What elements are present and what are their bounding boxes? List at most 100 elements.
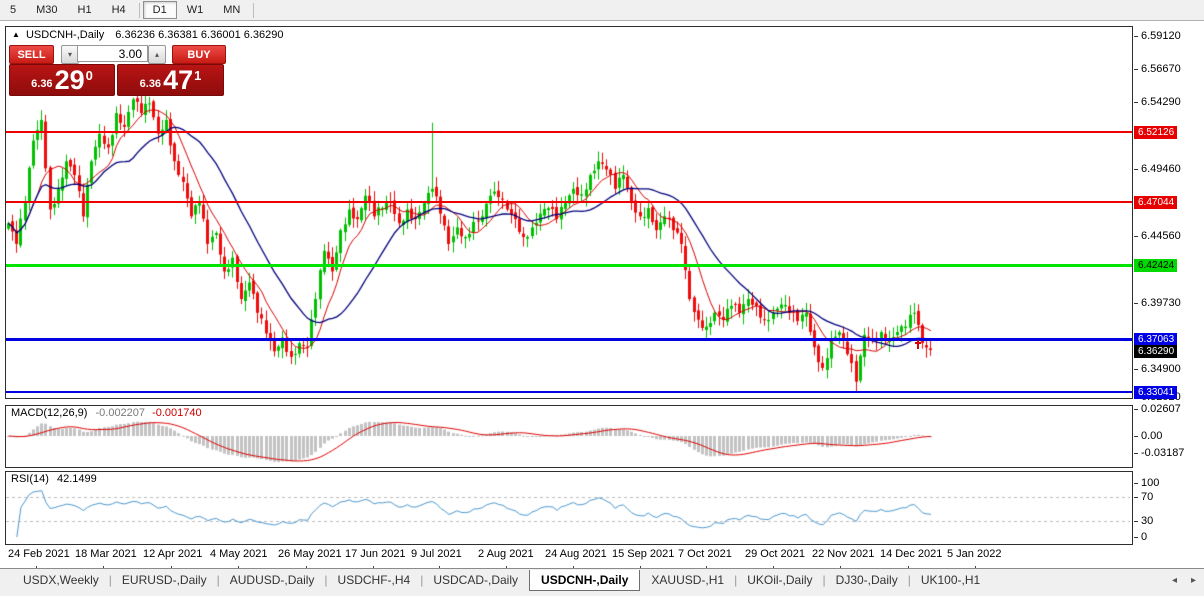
timeframe-button-w1[interactable]: W1 bbox=[177, 1, 214, 19]
macd-tick bbox=[1134, 409, 1138, 410]
chart-tab-audusd-daily[interactable]: AUDUSD-,Daily bbox=[221, 570, 324, 590]
chart-tab-usdx-weekly[interactable]: USDX,Weekly bbox=[14, 570, 108, 590]
price-tick bbox=[1134, 236, 1138, 237]
price-badge-6.33041: 6.33041 bbox=[1134, 386, 1178, 399]
chart-tab-usdchf-h4[interactable]: USDCHF-,H4 bbox=[329, 570, 420, 590]
price-tick bbox=[1134, 69, 1138, 70]
date-axis[interactable]: 24 Feb 2021 18 Mar 2021 12 Apr 2021 4 May 2… bbox=[0, 546, 1204, 571]
sell-price-prefix: 6.36 bbox=[31, 78, 53, 90]
tab-separator: | bbox=[324, 573, 328, 587]
buy-button[interactable]: BUY bbox=[172, 45, 226, 64]
price-badge-6.36290: 6.36290 bbox=[1134, 345, 1178, 358]
tab-scroll-left-icon[interactable]: ◂ bbox=[1172, 575, 1177, 586]
rsi-tick bbox=[1134, 521, 1138, 522]
tab-separator: | bbox=[216, 573, 220, 587]
date-label: 12 Apr 2021 bbox=[143, 548, 203, 560]
chart-tab-usdcad-daily[interactable]: USDCAD-,Daily bbox=[424, 570, 527, 590]
price-badge-6.47044: 6.47044 bbox=[1134, 196, 1178, 209]
price-tick-label: 6.56670 bbox=[1141, 63, 1181, 75]
tab-separator: | bbox=[108, 573, 112, 587]
macd-tick bbox=[1134, 453, 1138, 454]
timeframe-button-h4[interactable]: H4 bbox=[102, 1, 136, 19]
chart-tab-xauusd-h1[interactable]: XAUUSD-,H1 bbox=[642, 570, 733, 590]
sell-price-display[interactable]: 6.36 29 0 bbox=[9, 64, 115, 96]
rsi-tick bbox=[1134, 537, 1138, 538]
price-axis[interactable]: 6.59120 6.56670 6.54290 6.49460 6.44560 6.397… bbox=[1134, 20, 1204, 568]
timeframe-button-d1[interactable]: D1 bbox=[142, 1, 177, 19]
toolbar-separator bbox=[138, 2, 140, 18]
date-label: 24 Aug 2021 bbox=[545, 548, 607, 560]
price-level-line-6.37063[interactable] bbox=[6, 338, 1132, 341]
date-label: 9 Jul 2021 bbox=[411, 548, 462, 560]
spin-up-icon: ▴ bbox=[154, 50, 159, 59]
price-tick-label: 6.59120 bbox=[1141, 30, 1181, 42]
date-label: 7 Oct 2021 bbox=[678, 548, 732, 560]
rsi-value: 42.1499 bbox=[56, 473, 97, 485]
volume-input[interactable] bbox=[77, 45, 148, 62]
price-tick-label: 6.39730 bbox=[1141, 297, 1181, 309]
date-label: 17 Jun 2021 bbox=[345, 548, 406, 560]
date-label: 29 Oct 2021 bbox=[745, 548, 805, 560]
price-tick-label: 6.34900 bbox=[1141, 363, 1181, 375]
price-tick bbox=[1134, 169, 1138, 170]
price-level-line-6.33041[interactable] bbox=[6, 391, 1132, 393]
date-label: 5 Jan 2022 bbox=[947, 548, 1002, 560]
volume-increment-button[interactable]: ▴ bbox=[148, 45, 166, 64]
price-level-line-6.47044[interactable] bbox=[6, 201, 1132, 203]
sell-button[interactable]: SELL bbox=[9, 45, 54, 64]
timeframe-buttons: 5 M30 H1 H4 D1 W1 MN bbox=[0, 1, 257, 19]
chart-tabs: USDX,Weekly | EURUSD-,Daily | AUDUSD-,Daily |… bbox=[0, 569, 989, 591]
macd-label: MACD(12,26,9) -0.002207 -0.001740 bbox=[11, 407, 202, 419]
chart-ohlc-values: 6.36236 6.36381 6.36001 6.36290 bbox=[115, 29, 284, 41]
chart-tab-bar: USDX,Weekly | EURUSD-,Daily | AUDUSD-,Daily |… bbox=[0, 568, 1204, 596]
spin-down-icon: ▾ bbox=[67, 50, 72, 59]
date-label: 22 Nov 2021 bbox=[812, 548, 875, 560]
timeframe-button-h1[interactable]: H1 bbox=[68, 1, 102, 19]
buy-price-pipette: 1 bbox=[194, 68, 202, 83]
sell-price-pipette: 0 bbox=[85, 68, 93, 83]
chart-tab-eurusd-daily[interactable]: EURUSD-,Daily bbox=[113, 570, 216, 590]
date-label: 2 Aug 2021 bbox=[478, 548, 534, 560]
price-level-line-6.42424[interactable] bbox=[6, 264, 1132, 267]
rsi-canvas bbox=[6, 472, 1130, 542]
tab-separator: | bbox=[907, 573, 911, 587]
collapse-triangle-icon[interactable]: ▲ bbox=[12, 30, 20, 39]
timeframe-button-mn[interactable]: MN bbox=[213, 1, 250, 19]
rsi-tick-label: 100 bbox=[1141, 477, 1160, 489]
price-tick bbox=[1134, 303, 1138, 304]
rsi-tick-label: 30 bbox=[1141, 515, 1154, 527]
tab-scroll-arrows: ◂ ▸ bbox=[1172, 569, 1196, 591]
timeframe-button-m30[interactable]: M30 bbox=[26, 1, 67, 19]
price-tick bbox=[1134, 36, 1138, 37]
date-label: 4 May 2021 bbox=[210, 548, 268, 560]
tab-separator: | bbox=[420, 573, 424, 587]
macd-signal-value: -0.001740 bbox=[152, 407, 202, 419]
price-tick-label: 6.49460 bbox=[1141, 163, 1181, 175]
date-label: 14 Dec 2021 bbox=[880, 548, 943, 560]
chart-tab-uk100-h1[interactable]: UK100-,H1 bbox=[912, 570, 989, 590]
rsi-name: RSI(14) bbox=[11, 473, 49, 485]
rsi-label: RSI(14) 42.1499 bbox=[11, 473, 97, 485]
timeframe-toolbar: 5 M30 H1 H4 D1 W1 MN bbox=[0, 0, 1204, 21]
sell-price-big-digits: 29 bbox=[54, 65, 85, 95]
rsi-tick bbox=[1134, 483, 1138, 484]
date-label: 26 May 2021 bbox=[278, 548, 342, 560]
timeframe-button-5[interactable]: 5 bbox=[0, 1, 26, 19]
buy-price-prefix: 6.36 bbox=[139, 78, 162, 90]
price-level-line-6.52126[interactable] bbox=[6, 131, 1132, 133]
price-tick-label: 6.44560 bbox=[1141, 230, 1181, 242]
chart-tab-usdcnh-daily[interactable]: USDCNH-,Daily bbox=[529, 569, 641, 591]
tab-scroll-right-icon[interactable]: ▸ bbox=[1191, 575, 1196, 586]
chart-title: ▲ USDCNH-,Daily 6.36236 6.36381 6.36001 … bbox=[12, 29, 284, 41]
date-label: 18 Mar 2021 bbox=[75, 548, 137, 560]
macd-tick-label: 0.00 bbox=[1141, 430, 1163, 442]
rsi-indicator-panel[interactable]: RSI(14) 42.1499 bbox=[5, 471, 1133, 545]
price-badge-6.42424: 6.42424 bbox=[1134, 259, 1178, 272]
chart-tab-ukoil-daily[interactable]: UKOil-,Daily bbox=[738, 570, 821, 590]
buy-price-display[interactable]: 6.36 47 1 bbox=[117, 64, 224, 96]
chart-tab-dj30-daily[interactable]: DJ30-,Daily bbox=[827, 570, 907, 590]
macd-indicator-panel[interactable]: MACD(12,26,9) -0.002207 -0.001740 bbox=[5, 405, 1133, 468]
macd-name: MACD(12,26,9) bbox=[11, 407, 88, 419]
tab-separator: | bbox=[822, 573, 826, 587]
macd-tick-label: -0.03187 bbox=[1141, 447, 1185, 459]
